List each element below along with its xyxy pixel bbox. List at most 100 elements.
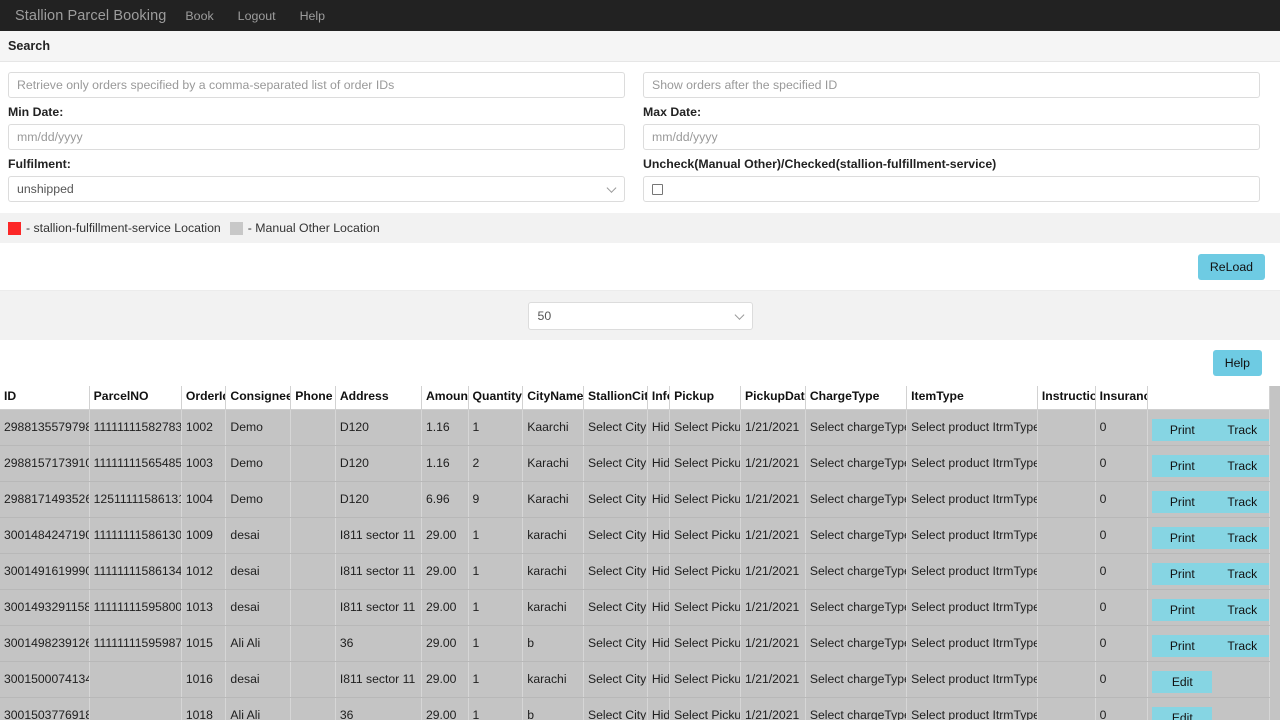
cell-phone (290, 589, 336, 626)
manual-legend-text: - Manual Other Location (247, 221, 380, 235)
row-action-group: Print Track (1152, 490, 1269, 513)
cell-cityname: b (522, 697, 585, 720)
cell-insurance: 0 (1095, 409, 1149, 446)
print-button[interactable]: Print (1152, 634, 1213, 657)
cell-chargetype: Select chargeType (805, 661, 908, 698)
column-header-actions[interactable] (1147, 386, 1270, 410)
row-action-group: Print Track (1152, 526, 1269, 549)
cell-id: 3001491619990 (0, 553, 90, 590)
print-button[interactable]: Print (1152, 526, 1213, 549)
cell-orderid: 1003 (181, 445, 227, 482)
table-row: 3001503776918 1018 Ali Ali 36 29.00 1 b Select … (0, 697, 1270, 720)
cell-instruction (1037, 445, 1096, 482)
nav-link-help[interactable]: Help (288, 9, 337, 23)
cell-pickupdate: 1/21/2021 (740, 589, 806, 626)
print-button[interactable]: Print (1152, 598, 1213, 621)
cell-consignee: desai (225, 517, 292, 554)
column-header-parcelno[interactable]: ParcelNO (89, 386, 182, 410)
app-brand[interactable]: Stallion Parcel Booking (8, 8, 173, 24)
fulfillment-checkbox[interactable] (652, 183, 663, 195)
fulfillment-checkbox-host[interactable] (643, 176, 1260, 202)
track-button[interactable]: Track (1212, 562, 1269, 585)
fulfilment-select[interactable]: unshipped (8, 176, 625, 202)
edit-button[interactable]: Edit (1152, 706, 1213, 720)
cell-parcelno: 11111111586134 (89, 553, 182, 590)
track-button[interactable]: Track (1212, 634, 1269, 657)
location-legend: - stallion-fulfillment-service Location … (0, 213, 1280, 243)
edit-button[interactable]: Edit (1152, 670, 1213, 693)
cell-parcelno: 11111111586130 (89, 517, 182, 554)
column-header-pickupdate[interactable]: PickupDate (740, 386, 806, 410)
cell-actions: Print Track (1147, 625, 1270, 662)
cell-cityname: karachi (522, 553, 585, 590)
column-header-stallioncity[interactable]: StallionCity (583, 386, 648, 410)
orders-table-header-row: ID ParcelNO OrderId Consignee Phone Address Am… (0, 386, 1270, 410)
cell-id: 2988135579798 (0, 409, 90, 446)
column-header-consignee[interactable]: Consignee (225, 386, 292, 410)
cell-itemtype: Select product ItrmType (906, 409, 1038, 446)
cell-amount: 29.00 (421, 553, 469, 590)
cell-address: 36 (335, 625, 422, 662)
column-header-phone[interactable]: Phone (290, 386, 336, 410)
column-header-address[interactable]: Address (335, 386, 422, 410)
print-button[interactable]: Print (1152, 490, 1213, 513)
cell-consignee: Demo (225, 481, 292, 518)
cell-pickup: Select Pickup (669, 481, 742, 518)
reload-button[interactable]: ReLoad (1197, 253, 1265, 280)
print-button[interactable]: Print (1152, 562, 1213, 585)
search-form: Retrieve only orders specified by a comm… (0, 62, 1280, 213)
column-header-insurance[interactable]: Insurance (1095, 386, 1149, 410)
column-header-orderid[interactable]: OrderId (181, 386, 227, 410)
track-button[interactable]: Track (1212, 526, 1269, 549)
manual-color-swatch (229, 221, 243, 235)
nav-link-book[interactable]: Book (173, 9, 225, 23)
cell-orderid: 1004 (181, 481, 227, 518)
cell-actions: Edit (1147, 697, 1270, 720)
search-panel-header: Search (0, 31, 1280, 62)
cell-amount: 1.16 (421, 445, 469, 482)
cell-phone (290, 697, 336, 720)
page-size-bar: 50 (0, 291, 1280, 340)
nav-link-logout[interactable]: Logout (226, 9, 288, 23)
cell-chargetype: Select chargeType (805, 697, 908, 720)
cell-info: Hide (647, 481, 671, 518)
help-button[interactable]: Help (1212, 350, 1262, 376)
cell-itemtype: Select product ItrmType (906, 661, 1038, 698)
column-header-amount[interactable]: Amount (421, 386, 469, 410)
cell-chargetype: Select chargeType (805, 517, 908, 554)
page-size-select[interactable]: 50 (527, 301, 753, 330)
track-button[interactable]: Track (1212, 418, 1269, 441)
cell-consignee: Ali Ali (225, 625, 292, 662)
column-header-info[interactable]: Info (647, 386, 671, 410)
column-header-pickup[interactable]: Pickup (669, 386, 742, 410)
print-button[interactable]: Print (1152, 418, 1213, 441)
cell-insurance: 0 (1095, 625, 1149, 662)
column-header-quantity[interactable]: Quantity (468, 386, 524, 410)
table-row: 2988157173910 11111111565485 1003 Demo D120 1… (0, 445, 1270, 482)
order-ids-input[interactable]: Retrieve only orders specified by a comm… (8, 72, 625, 98)
print-button[interactable]: Print (1152, 454, 1213, 477)
column-header-chargetype[interactable]: ChargeType (805, 386, 908, 410)
cell-amount: 6.96 (421, 481, 469, 518)
cell-chargetype: Select chargeType (805, 553, 908, 590)
column-header-itemtype[interactable]: ItemType (906, 386, 1038, 410)
cell-pickupdate: 1/21/2021 (740, 481, 806, 518)
cell-orderid: 1012 (181, 553, 227, 590)
cell-quantity: 1 (468, 517, 524, 554)
cell-stallioncity: Select City (583, 445, 648, 482)
cell-actions: Print Track (1147, 409, 1270, 446)
after-id-input[interactable]: Show orders after the specified ID (643, 72, 1260, 98)
max-date-input[interactable]: mm/dd/yyyy (643, 124, 1260, 150)
cell-phone (290, 445, 336, 482)
cell-address: I811 sector 11 (335, 517, 422, 554)
cell-pickupdate: 1/21/2021 (740, 409, 806, 446)
column-header-id[interactable]: ID (0, 386, 90, 410)
track-button[interactable]: Track (1212, 598, 1269, 621)
column-header-cityname[interactable]: CityName (522, 386, 585, 410)
cell-orderid: 1016 (181, 661, 227, 698)
track-button[interactable]: Track (1212, 490, 1269, 513)
cell-insurance: 0 (1095, 445, 1149, 482)
track-button[interactable]: Track (1212, 454, 1269, 477)
column-header-instruction[interactable]: Instruction (1037, 386, 1096, 410)
min-date-input[interactable]: mm/dd/yyyy (8, 124, 625, 150)
